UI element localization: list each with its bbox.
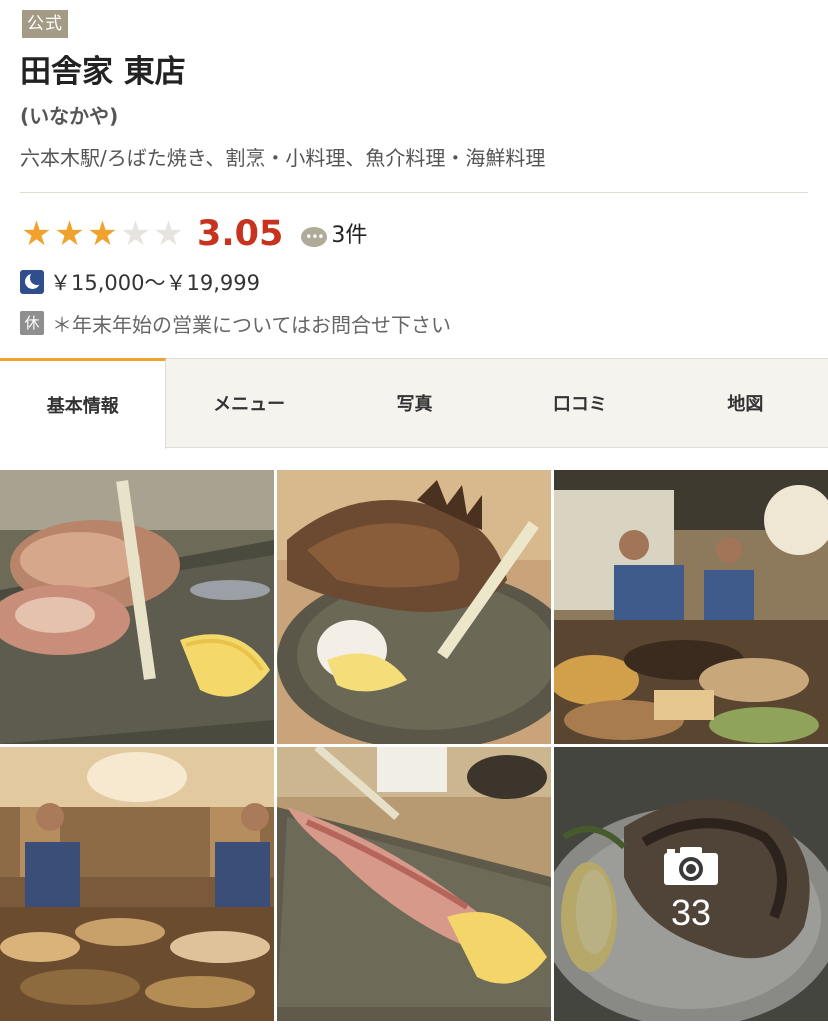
tab-label: 口コミ: [552, 394, 607, 415]
rating-row: ★ ★ ★ ★ ★ 3.05 ••• 3件: [20, 211, 367, 257]
store-genre: 六本木駅/ろばた焼き、割烹・小料理、魚介料理・海鮮料理: [20, 146, 546, 170]
photo-thumbnail[interactable]: [277, 470, 551, 744]
photo-grid: 33: [0, 470, 828, 1022]
holiday-info: 休 ＊年末年始の営業についてはお問合せ下さい: [20, 308, 451, 338]
tab-label: メニュー: [213, 394, 286, 415]
store-tabs: 基本情報 メニュー 写真 口コミ 地図: [0, 358, 828, 449]
tab-label: 地図: [727, 394, 764, 415]
tab-basic-info[interactable]: 基本情報: [0, 358, 167, 449]
photo-thumbnail[interactable]: [277, 747, 551, 1021]
rating-stars: ★ ★ ★ ★ ★: [20, 217, 185, 251]
star-icon: ★: [120, 214, 151, 254]
official-badge: 公式: [22, 10, 68, 38]
star-icon: ★: [54, 214, 85, 254]
tab-reviews[interactable]: 口コミ: [497, 359, 662, 447]
header-divider: [20, 192, 808, 193]
photo-thumbnail[interactable]: [554, 470, 828, 744]
photo-more-overlay: 33: [554, 747, 828, 1021]
holiday-icon: 休: [20, 311, 44, 335]
moon-icon: [20, 270, 44, 294]
speech-bubble-icon: •••: [301, 227, 328, 247]
tab-label: 基本情報: [46, 396, 119, 417]
dinner-price: ￥15,000～￥19,999: [50, 271, 260, 295]
rating-score: 3.05: [197, 214, 284, 254]
star-icon: ★: [21, 214, 52, 254]
photo-more-tile[interactable]: 33: [554, 747, 828, 1021]
tab-menu[interactable]: メニュー: [166, 359, 331, 447]
photo-thumbnail[interactable]: [0, 470, 274, 744]
star-icon: ★: [153, 214, 184, 254]
tab-photos[interactable]: 写真: [332, 359, 497, 447]
dinner-budget: ￥15,000～￥19,999: [20, 267, 260, 297]
tab-map[interactable]: 地図: [663, 359, 828, 447]
photo-thumbnail[interactable]: [0, 747, 274, 1021]
holiday-text: ＊年末年始の営業についてはお問合せ下さい: [52, 312, 451, 337]
camera-icon: [664, 847, 718, 885]
review-count-link[interactable]: 3件: [331, 213, 367, 259]
star-icon: ★: [87, 214, 118, 254]
photo-count: 33: [670, 892, 712, 933]
store-kana: (いなかや): [20, 104, 119, 128]
tab-label: 写真: [396, 394, 433, 415]
store-name: 田舎家 東店: [20, 54, 186, 90]
